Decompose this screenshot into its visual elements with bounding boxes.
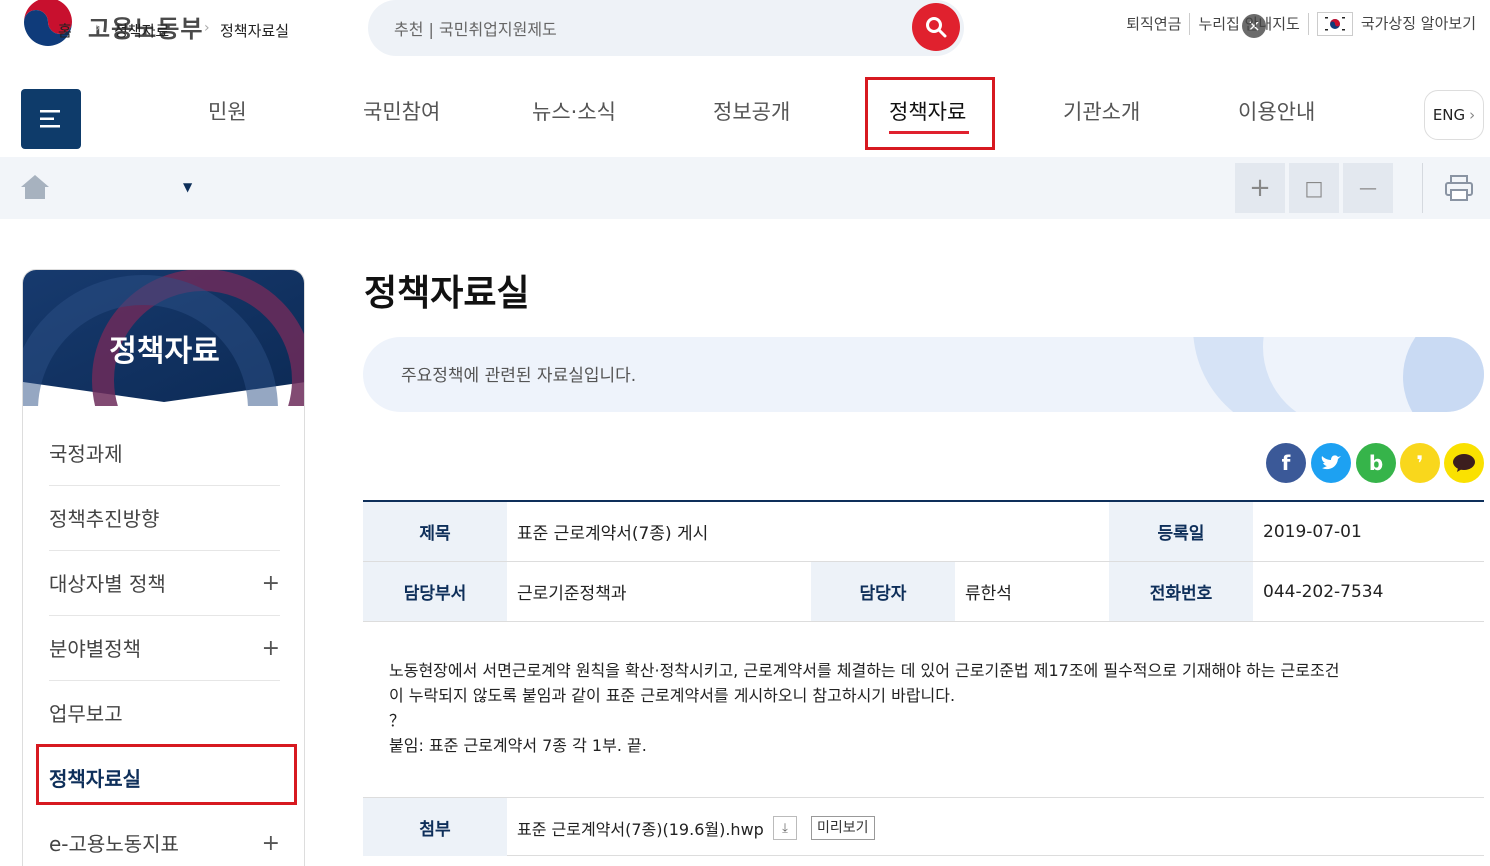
phone-label: 전화번호 <box>1109 562 1253 621</box>
gnb-item-guide[interactable]: 이용안내 <box>1238 96 1315 130</box>
left-nav-header: 정책자료 <box>23 270 304 545</box>
description-decoration <box>1193 337 1484 412</box>
attachment-row: 첨부 표준 근로계약서(7종)(19.6월).hwp ⤓ 미리보기 <box>363 797 1484 856</box>
dept-value: 근로기준정책과 <box>517 584 627 604</box>
lnb-item-national-tasks[interactable]: 국정과제 <box>49 422 280 486</box>
kakaotalk-icon[interactable] <box>1444 443 1484 483</box>
description-text: 주요정책에 관련된 자료실입니다. <box>401 366 637 386</box>
breadcrumb-home[interactable]: 홈 <box>58 20 72 41</box>
gnb-item-disclosure[interactable]: 정보공개 <box>713 96 790 130</box>
gnb-item-about[interactable]: 기관소개 <box>1063 96 1140 130</box>
breadcrumb-level1[interactable]: 정책자료 <box>114 20 169 41</box>
search-input[interactable]: 추천 | 국민취업지원제도 <box>394 16 557 40</box>
attachment-label: 첨부 <box>363 798 507 856</box>
phone-value: 044-202-7534 <box>1263 581 1384 602</box>
lnb-item-label: 대상자별 정책 <box>49 572 166 596</box>
person-label: 담당자 <box>811 562 955 621</box>
breadcrumb-separator: › <box>204 20 210 36</box>
lnb-item-label: 국정과제 <box>49 442 123 466</box>
expand-plus-icon[interactable]: + <box>262 617 280 681</box>
date-label: 등록일 <box>1109 502 1253 561</box>
top-link-pension[interactable]: 퇴직연금 <box>1118 13 1191 35</box>
chevron-right-icon: › <box>1469 106 1476 124</box>
menu-icon <box>40 110 60 128</box>
download-icon[interactable]: ⤓ <box>773 816 797 840</box>
gnb-item-participation[interactable]: 국민참여 <box>363 96 440 130</box>
expand-plus-icon[interactable]: + <box>262 812 280 866</box>
kakaostory-icon[interactable]: ❜ <box>1400 443 1440 483</box>
search-icon <box>926 17 947 38</box>
band-icon[interactable]: b <box>1356 443 1396 483</box>
top-link-sitemap[interactable]: 누리집 안내지도 <box>1190 13 1309 35</box>
lnb-item-label: e-고용노동지표 <box>49 832 179 856</box>
top-links: 퇴직연금 누리집 안내지도 국가상징 알아보기 <box>1118 12 1484 36</box>
person-value: 류한석 <box>965 584 1012 604</box>
post-info-table: 제목 표준 근로계약서(7종) 게시 등록일 2019-07-01 담당부서 근… <box>363 500 1484 622</box>
eng-button[interactable]: ENG › <box>1424 90 1484 140</box>
toolbar-divider <box>1422 163 1423 213</box>
zoom-out-button[interactable]: — <box>1343 163 1393 213</box>
body-line: 붙임: 표준 근로계약서 7종 각 1부. 끝. <box>389 736 647 755</box>
eng-label: ENG <box>1432 106 1466 124</box>
table-row: 담당부서 근로기준정책과 담당자 류한석 전화번호 044-202-7534 <box>363 562 1484 622</box>
gnb-item-news[interactable]: 뉴스·소식 <box>532 96 616 130</box>
site-logo[interactable]: 고용노동부 <box>20 0 203 52</box>
lnb-item-field-policy[interactable]: 분야별정책 + <box>49 617 280 681</box>
dept-label: 담당부서 <box>363 562 507 621</box>
gnb-item-civil[interactable]: 민원 <box>208 96 247 130</box>
attachment-file-link[interactable]: 표준 근로계약서(7종)(19.6월).hwp <box>517 816 764 840</box>
home-icon[interactable] <box>20 174 50 200</box>
caret-down-icon[interactable]: ▼ <box>183 180 192 194</box>
all-menu-button[interactable] <box>21 89 81 149</box>
left-nav-title: 정책자료 <box>109 334 220 369</box>
facebook-icon[interactable]: f <box>1266 443 1306 483</box>
description-box: 주요정책에 관련된 자료실입니다. <box>363 337 1484 412</box>
breadcrumb-level2: 정책자료실 <box>220 22 290 40</box>
title-value: 표준 근로계약서(7종) 게시 <box>517 524 709 544</box>
lnb-item-work-report[interactable]: 업무보고 <box>49 682 280 746</box>
search-bar[interactable]: 추천 | 국민취업지원제도 × <box>368 0 1266 56</box>
top-link-national-symbol[interactable]: 국가상징 알아보기 <box>1309 12 1484 36</box>
body-line: 노동현장에서 서면근로계약 원칙을 확산·정착시키고, 근로계약서를 체결하는 … <box>389 661 1340 680</box>
preview-button[interactable]: 미리보기 <box>811 816 875 840</box>
lnb-item-policy-direction[interactable]: 정책추진방향 <box>49 487 280 551</box>
page-title: 정책자료실 <box>364 273 530 314</box>
zoom-reset-button[interactable]: □ <box>1289 163 1339 213</box>
lnb-item-employment-index[interactable]: e-고용노동지표 + <box>49 812 280 866</box>
highlight-box-gnb <box>865 77 995 150</box>
body-line: 이 누락되지 않도록 붙임과 같이 표준 근로계약서를 게시하오니 참고하시기 … <box>389 686 956 705</box>
korean-flag-icon <box>1316 12 1353 36</box>
zoom-in-button[interactable]: + <box>1235 163 1285 213</box>
print-icon[interactable] <box>1444 174 1474 202</box>
twitter-icon[interactable] <box>1311 443 1351 483</box>
expand-plus-icon[interactable]: + <box>262 552 280 616</box>
lnb-item-label: 업무보고 <box>49 702 123 726</box>
date-value: 2019-07-01 <box>1263 521 1362 542</box>
body-line: ？ <box>389 711 406 730</box>
lnb-item-target-policy[interactable]: 대상자별 정책 + <box>49 552 280 616</box>
breadcrumb-separator: › <box>95 20 101 36</box>
title-label: 제목 <box>363 502 507 561</box>
table-row: 제목 표준 근로계약서(7종) 게시 등록일 2019-07-01 <box>363 502 1484 562</box>
lnb-item-label: 정책추진방향 <box>49 507 160 531</box>
search-button[interactable] <box>912 3 960 51</box>
top-link-national-symbol-label: 국가상징 알아보기 <box>1360 14 1476 33</box>
highlight-box-lnb <box>36 744 297 805</box>
post-body: 노동현장에서 서면근로계약 원칙을 확산·정착시키고, 근로계약서를 체결하는 … <box>389 658 1459 758</box>
lnb-item-label: 분야별정책 <box>49 637 141 661</box>
